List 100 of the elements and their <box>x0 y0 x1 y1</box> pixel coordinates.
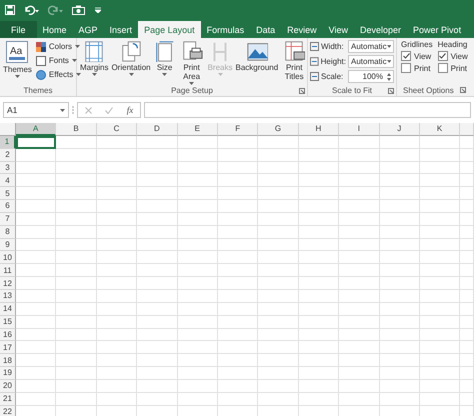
grid-cell[interactable] <box>16 238 56 252</box>
grid-cell[interactable] <box>56 251 97 264</box>
grid-cell[interactable] <box>56 380 97 393</box>
ribbon-tab[interactable]: Developer <box>354 21 408 38</box>
grid-cell[interactable] <box>16 354 56 368</box>
grid-cell[interactable] <box>56 367 97 380</box>
row-header[interactable]: 14 <box>0 302 16 316</box>
column-header[interactable]: A <box>16 123 56 136</box>
grid-cell[interactable] <box>460 187 474 200</box>
grid-cell[interactable] <box>380 367 420 380</box>
grid-cell[interactable] <box>137 380 178 393</box>
grid-cell[interactable] <box>298 367 340 380</box>
themes-button[interactable]: Aa Themes <box>2 40 33 84</box>
grid-cell[interactable] <box>380 212 420 226</box>
grid-cell[interactable] <box>460 226 474 239</box>
grid-cell[interactable] <box>218 367 258 380</box>
insert-function-button[interactable]: fx <box>126 105 134 115</box>
grid-cell[interactable] <box>339 316 380 328</box>
grid-cell[interactable] <box>258 226 299 239</box>
grid-cell[interactable] <box>16 316 56 328</box>
grid-cell[interactable] <box>298 290 340 303</box>
grid-cell[interactable] <box>137 316 178 328</box>
grid-cell[interactable] <box>16 277 56 290</box>
grid-cell[interactable] <box>178 212 218 226</box>
grid-cell[interactable] <box>96 354 138 368</box>
grid-cell[interactable] <box>380 341 420 354</box>
grid-cell[interactable] <box>339 162 380 174</box>
grid-cell[interactable] <box>339 226 380 239</box>
grid-cell[interactable] <box>420 392 460 406</box>
grid-cell[interactable] <box>460 200 474 213</box>
grid-cell[interactable] <box>380 328 420 342</box>
grid-cell[interactable] <box>460 341 474 354</box>
column-header[interactable]: F <box>218 123 258 136</box>
grid-cell[interactable] <box>420 162 460 174</box>
row-header[interactable]: 2 <box>0 148 16 162</box>
page-setup-button[interactable]: Orientation <box>110 40 152 85</box>
grid-cell[interactable] <box>16 290 56 303</box>
grid-cell[interactable] <box>420 341 460 354</box>
name-box[interactable]: A1 <box>3 102 69 118</box>
column-header[interactable]: G <box>258 123 299 136</box>
grid-cell[interactable] <box>56 174 97 188</box>
grid-cell[interactable] <box>298 277 340 290</box>
grid-cell[interactable] <box>298 200 340 213</box>
grid-cell[interactable] <box>258 367 299 380</box>
row-header[interactable]: 21 <box>0 392 16 406</box>
grid-cell[interactable] <box>258 148 299 162</box>
row-header[interactable]: 13 <box>0 290 16 303</box>
grid-cell[interactable] <box>460 392 474 406</box>
column-header[interactable]: B <box>56 123 97 136</box>
checkbox[interactable] <box>401 51 411 61</box>
grid-cell[interactable] <box>298 136 340 149</box>
grid-cell[interactable] <box>339 200 380 213</box>
grid-cell[interactable] <box>420 290 460 303</box>
grid-cell[interactable] <box>96 367 138 380</box>
grid-cell[interactable] <box>137 341 178 354</box>
grid-cell[interactable] <box>56 238 97 252</box>
grid-cell[interactable] <box>56 302 97 316</box>
grid-cell[interactable] <box>178 264 218 278</box>
grid-cell[interactable] <box>420 367 460 380</box>
grid-cell[interactable] <box>420 380 460 393</box>
grid-cell[interactable] <box>137 392 178 406</box>
grid-cell[interactable] <box>339 392 380 406</box>
grid-cell[interactable] <box>298 264 340 278</box>
grid-cell[interactable] <box>96 328 138 342</box>
file-tab[interactable]: File <box>0 21 37 38</box>
grid-cell[interactable] <box>56 148 97 162</box>
grid-cell[interactable] <box>339 264 380 278</box>
grid-cell[interactable] <box>339 341 380 354</box>
row-header[interactable]: 9 <box>0 238 16 252</box>
grid-cell[interactable] <box>460 316 474 328</box>
grid-cell[interactable] <box>178 354 218 368</box>
grid-cell[interactable] <box>460 148 474 162</box>
grid-cell[interactable] <box>96 251 138 264</box>
row-header[interactable]: 11 <box>0 264 16 278</box>
grid-cell[interactable] <box>16 367 56 380</box>
grid-cell[interactable] <box>258 174 299 188</box>
grid-cell[interactable] <box>420 354 460 368</box>
grid-cell[interactable] <box>460 162 474 174</box>
grid-cell[interactable] <box>178 367 218 380</box>
ribbon-tab[interactable]: Power Pivot <box>407 21 468 38</box>
grid-cell[interactable] <box>16 226 56 239</box>
row-header[interactable]: 15 <box>0 316 16 328</box>
grid-cell[interactable] <box>218 212 258 226</box>
grid-cell[interactable] <box>298 226 340 239</box>
column-header[interactable]: K <box>420 123 460 136</box>
grid-cell[interactable] <box>218 316 258 328</box>
grid-cell[interactable] <box>56 316 97 328</box>
redo-icon[interactable] <box>48 5 63 15</box>
grid-cell[interactable] <box>56 264 97 278</box>
column-header[interactable]: E <box>178 123 218 136</box>
grid-cell[interactable] <box>96 200 138 213</box>
grid-cell[interactable] <box>420 277 460 290</box>
grid-cell[interactable] <box>298 148 340 162</box>
grid-cell[interactable] <box>56 328 97 342</box>
grid-cell[interactable] <box>56 290 97 303</box>
ribbon-tab[interactable]: Page Layout <box>138 21 201 38</box>
ribbon-tab[interactable]: AGP <box>72 21 104 38</box>
row-header[interactable]: 4 <box>0 174 16 188</box>
checkbox[interactable] <box>401 63 411 73</box>
grid-cell[interactable] <box>339 302 380 316</box>
